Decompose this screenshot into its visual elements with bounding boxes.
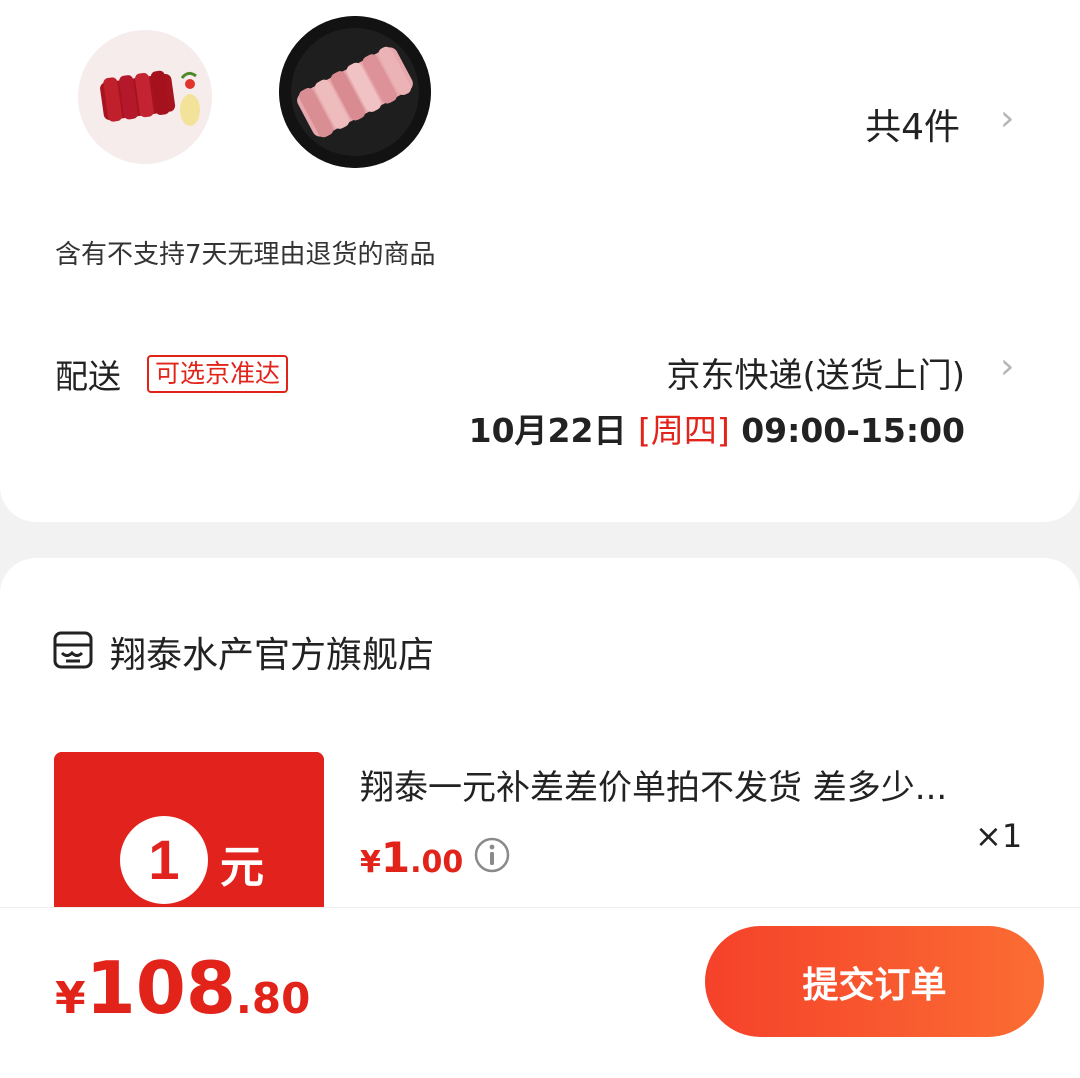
chevron-right-icon[interactable]: › bbox=[1000, 98, 1014, 139]
product-title[interactable]: 翔泰一元补差差价单拍不发货 差多少... bbox=[360, 760, 1025, 809]
delivery-time-range: 09:00-15:00 bbox=[741, 411, 965, 450]
return-policy-note: 含有不支持7天无理由退货的商品 bbox=[55, 240, 436, 270]
product-thumbnail-beef[interactable] bbox=[78, 30, 212, 164]
product-price: ¥1.00 bbox=[360, 833, 463, 882]
price-currency: ¥ bbox=[360, 845, 381, 880]
price-decimal: .00 bbox=[410, 845, 464, 880]
total-currency: ¥ bbox=[55, 973, 86, 1024]
badge-unit: 元 bbox=[220, 842, 264, 893]
beef-slices-image bbox=[78, 30, 212, 164]
total-integer: 108 bbox=[85, 946, 236, 1030]
badge-number: 1 bbox=[148, 828, 179, 891]
delivery-weekday: [周四] bbox=[637, 411, 730, 450]
delivery-date: 10月22日 bbox=[468, 411, 627, 450]
delivery-method[interactable]: 京东快递(送货上门) bbox=[560, 348, 965, 397]
info-icon[interactable] bbox=[473, 836, 511, 874]
delivery-label: 配送 bbox=[55, 357, 121, 396]
store-name[interactable]: 翔泰水产官方旗舰店 bbox=[110, 626, 434, 678]
store-icon bbox=[53, 631, 93, 669]
price-integer: 1 bbox=[380, 833, 411, 882]
chevron-right-icon[interactable]: › bbox=[1000, 346, 1014, 387]
lamb-roll-slices-image bbox=[279, 16, 431, 168]
submit-order-button[interactable]: 提交订单 bbox=[705, 926, 1044, 1037]
total-price: ¥108.80 bbox=[55, 946, 310, 1030]
total-decimal: .80 bbox=[235, 974, 311, 1023]
goods-count[interactable]: 共4件 bbox=[820, 98, 960, 150]
product-thumbnail-lamb[interactable] bbox=[279, 16, 431, 168]
jingzhunda-tag[interactable]: 可选京准达 bbox=[147, 355, 289, 393]
delivery-time[interactable]: 10月22日 [周四] 09:00-15:00 bbox=[440, 404, 965, 452]
product-quantity: ×1 bbox=[975, 817, 1023, 855]
